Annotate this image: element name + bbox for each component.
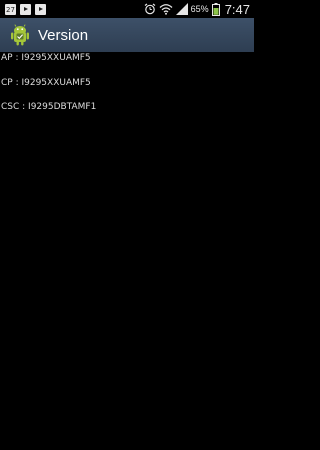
clock: 7:47: [224, 1, 250, 17]
notification-icons: 27: [5, 2, 46, 16]
page-title: Version: [38, 26, 89, 44]
play-store-icon: [20, 3, 31, 15]
csc-version: CSC : I9295DBTAMF1: [1, 102, 97, 112]
cp-version: CP : I9295XXUAMF5: [1, 78, 91, 88]
status-bar[interactable]: 27 65% 7:47: [0, 0, 254, 18]
signal-icon: [175, 3, 188, 15]
alarm-icon: [144, 3, 156, 15]
calendar-icon: 27: [5, 3, 16, 15]
system-icons: 65% 7:47: [144, 0, 250, 18]
calendar-day: 27: [6, 5, 15, 14]
action-bar: Version: [0, 18, 254, 52]
play-store-icon: [35, 3, 46, 15]
ap-version: AP : I9295XXUAMF5: [1, 53, 91, 63]
wifi-icon: [159, 4, 173, 15]
battery-percent: 65%: [190, 4, 209, 14]
battery-icon: [211, 2, 220, 16]
android-icon[interactable]: [8, 23, 32, 47]
